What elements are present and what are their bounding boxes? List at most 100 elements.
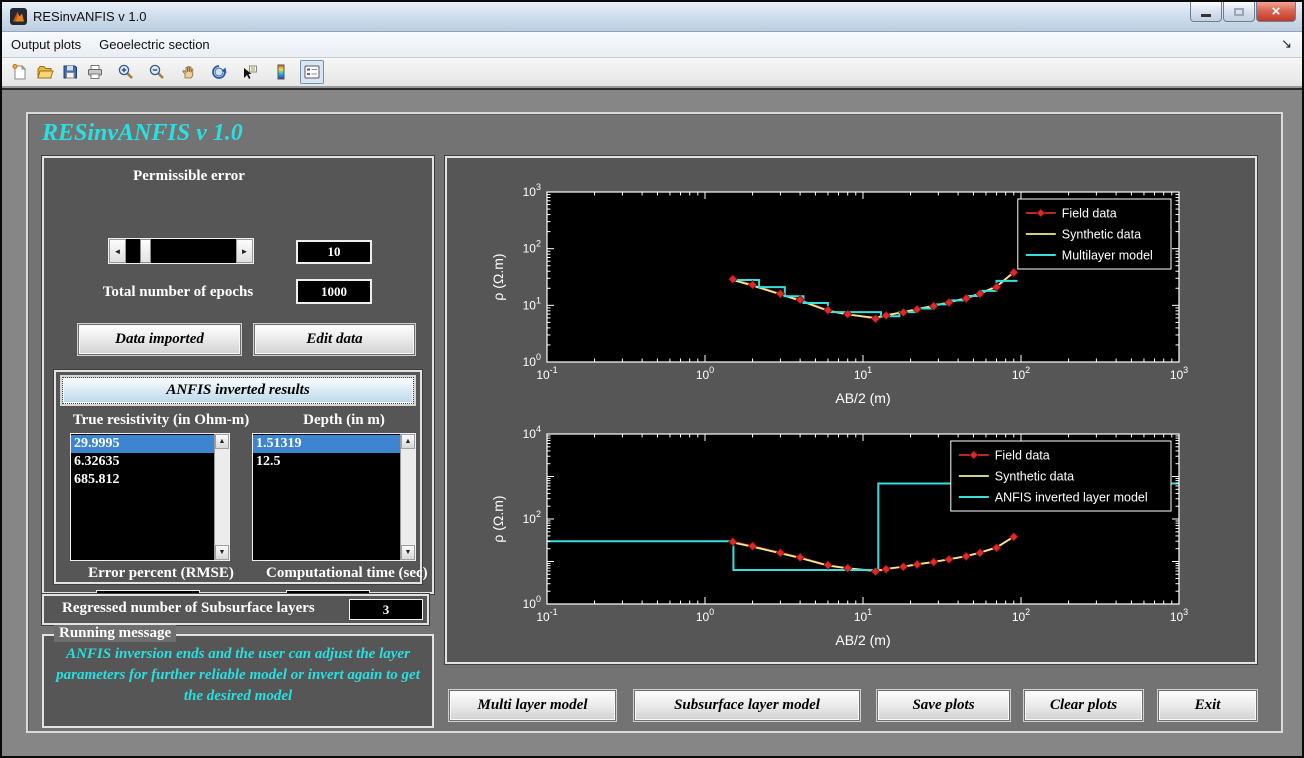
data-cursor-icon <box>241 63 259 81</box>
open-file-icon <box>36 63 54 81</box>
svg-text:103: 103 <box>523 182 541 199</box>
svg-text:ρ (Ω.m): ρ (Ω.m) <box>490 253 506 300</box>
depth-scrollbar[interactable]: ▲ ▼ <box>400 434 415 560</box>
layers-label: Regressed number of Subsurface layers <box>62 600 372 617</box>
depth-label: Depth (in m) <box>270 412 418 429</box>
svg-text:104: 104 <box>523 424 541 441</box>
menu-bar: Output plots Geoelectric section ↘ <box>2 32 1302 58</box>
scroll-up-icon[interactable]: ▲ <box>401 434 415 449</box>
svg-text:AB/2 (m): AB/2 (m) <box>835 632 890 648</box>
svg-text:102: 102 <box>523 509 541 526</box>
depth-listbox[interactable]: 1.51319 12.5 ▲ ▼ <box>252 433 416 561</box>
running-message-panel: Running message ANFIS inversion ends and… <box>42 634 434 728</box>
close-button[interactable]: × <box>1256 2 1296 22</box>
list-item[interactable]: 29.9995 <box>71 435 214 453</box>
main-panel: RESinvANFIS v 1.0 Permissible error ◄ ► … <box>26 112 1283 733</box>
svg-text:101: 101 <box>854 607 872 624</box>
svg-text:ANFIS inverted layer model: ANFIS inverted layer model <box>995 491 1148 505</box>
anfis-results-button[interactable]: ANFIS inverted results <box>62 377 414 404</box>
menu-item-geoelectric-section[interactable]: Geoelectric section <box>90 33 219 56</box>
subsurface-layer-model-button[interactable]: Subsurface layer model <box>634 690 860 721</box>
insert-legend-button[interactable] <box>300 60 324 84</box>
scroll-up-icon[interactable]: ▲ <box>215 434 229 449</box>
svg-text:101: 101 <box>523 295 541 312</box>
new-file-button[interactable] <box>8 60 32 84</box>
slider-right-arrow-icon[interactable]: ► <box>236 239 253 263</box>
zoom-in-icon <box>117 63 135 81</box>
menu-overflow-arrow-icon[interactable]: ↘ <box>1281 36 1292 52</box>
running-message-title: Running message <box>54 625 176 642</box>
data-imported-button[interactable]: Data imported <box>78 324 241 355</box>
app-heading: RESinvANFIS v 1.0 <box>42 120 243 147</box>
maximize-button[interactable] <box>1223 2 1255 22</box>
colorbar-button[interactable] <box>269 60 293 84</box>
svg-text:101: 101 <box>854 365 872 382</box>
svg-text:ρ (Ω.m): ρ (Ω.m) <box>490 495 506 542</box>
figure-area: RESinvANFIS v 1.0 Permissible error ◄ ► … <box>2 88 1302 756</box>
multilayer-model-plot: 10-1100101102103100101102103AB/2 (m)ρ (Ω… <box>447 158 1253 408</box>
comp-time-label: Computational time (sec) <box>266 565 422 582</box>
svg-text:Synthetic data: Synthetic data <box>995 470 1074 484</box>
menu-item-output-plots[interactable]: Output plots <box>2 33 90 56</box>
epochs-input[interactable]: 1000 <box>296 279 372 304</box>
subsurface-model-plot: 10-1100101102103100102104AB/2 (m)ρ (Ω.m)… <box>447 400 1253 650</box>
scroll-down-icon[interactable]: ▼ <box>401 545 415 560</box>
figure-toolbar <box>2 58 1302 88</box>
print-button[interactable] <box>83 60 107 84</box>
new-file-icon <box>11 63 29 81</box>
rotate-3d-button[interactable] <box>207 60 231 84</box>
save-button[interactable] <box>58 60 82 84</box>
svg-text:Multilayer model: Multilayer model <box>1062 249 1153 263</box>
svg-text:10-1: 10-1 <box>536 365 557 382</box>
epochs-label: Total number of epochs <box>72 284 284 301</box>
results-panel: ANFIS inverted results True resistivity … <box>54 370 422 584</box>
window-title-bar[interactable]: RESinvANFIS v 1.0 × <box>2 2 1302 32</box>
resistivity-listbox[interactable]: 29.9995 6.32635 685.812 ▲ ▼ <box>70 433 230 561</box>
permissible-error-input[interactable]: 10 <box>296 240 372 264</box>
zoom-out-button[interactable] <box>145 60 169 84</box>
pan-button[interactable] <box>176 60 200 84</box>
pan-hand-icon <box>179 63 197 81</box>
svg-text:100: 100 <box>523 594 541 611</box>
maximize-icon <box>1234 8 1244 16</box>
svg-text:102: 102 <box>1012 365 1030 382</box>
print-icon <box>86 63 104 81</box>
exit-button[interactable]: Exit <box>1158 690 1257 721</box>
permissible-error-slider[interactable]: ◄ ► <box>108 238 254 264</box>
scroll-down-icon[interactable]: ▼ <box>215 545 229 560</box>
slider-left-arrow-icon[interactable]: ◄ <box>109 239 126 263</box>
list-item[interactable]: 685.812 <box>71 471 214 489</box>
clear-plots-button[interactable]: Clear plots <box>1024 690 1143 721</box>
resistivity-scrollbar[interactable]: ▲ ▼ <box>214 434 229 560</box>
save-icon <box>61 63 79 81</box>
layers-panel: Regressed number of Subsurface layers 3 <box>42 594 429 625</box>
list-item[interactable]: 1.51319 <box>253 435 400 453</box>
svg-text:Field data: Field data <box>995 449 1050 463</box>
save-plots-button[interactable]: Save plots <box>877 690 1010 721</box>
matlab-icon <box>10 8 27 25</box>
svg-text:100: 100 <box>696 607 714 624</box>
slider-track[interactable] <box>126 239 236 263</box>
svg-text:Field data: Field data <box>1062 207 1117 221</box>
slider-thumb[interactable] <box>140 239 151 263</box>
edit-data-button[interactable]: Edit data <box>254 324 415 355</box>
list-item[interactable]: 6.32635 <box>71 453 214 471</box>
layers-input[interactable]: 3 <box>349 599 423 620</box>
colorbar-icon <box>272 63 290 81</box>
data-cursor-button[interactable] <box>238 60 262 84</box>
minimize-button[interactable] <box>1190 2 1222 22</box>
resistivity-label: True resistivity (in Ohm-m) <box>58 412 264 429</box>
svg-text:Synthetic data: Synthetic data <box>1062 228 1141 242</box>
insert-legend-icon <box>303 63 321 81</box>
controls-panel: Permissible error ◄ ► 10 Total number of… <box>42 156 434 594</box>
rotate-3d-icon <box>210 63 228 81</box>
svg-text:102: 102 <box>1012 607 1030 624</box>
scroll-track[interactable] <box>215 449 229 545</box>
scroll-track[interactable] <box>401 449 415 545</box>
list-item[interactable]: 12.5 <box>253 453 400 471</box>
rmse-label: Error percent (RMSE) <box>58 565 264 582</box>
zoom-in-button[interactable] <box>114 60 138 84</box>
multi-layer-model-button[interactable]: Multi layer model <box>449 690 616 721</box>
open-file-button[interactable] <box>33 60 57 84</box>
running-message-text: ANFIS inversion ends and the user can ad… <box>50 644 426 707</box>
